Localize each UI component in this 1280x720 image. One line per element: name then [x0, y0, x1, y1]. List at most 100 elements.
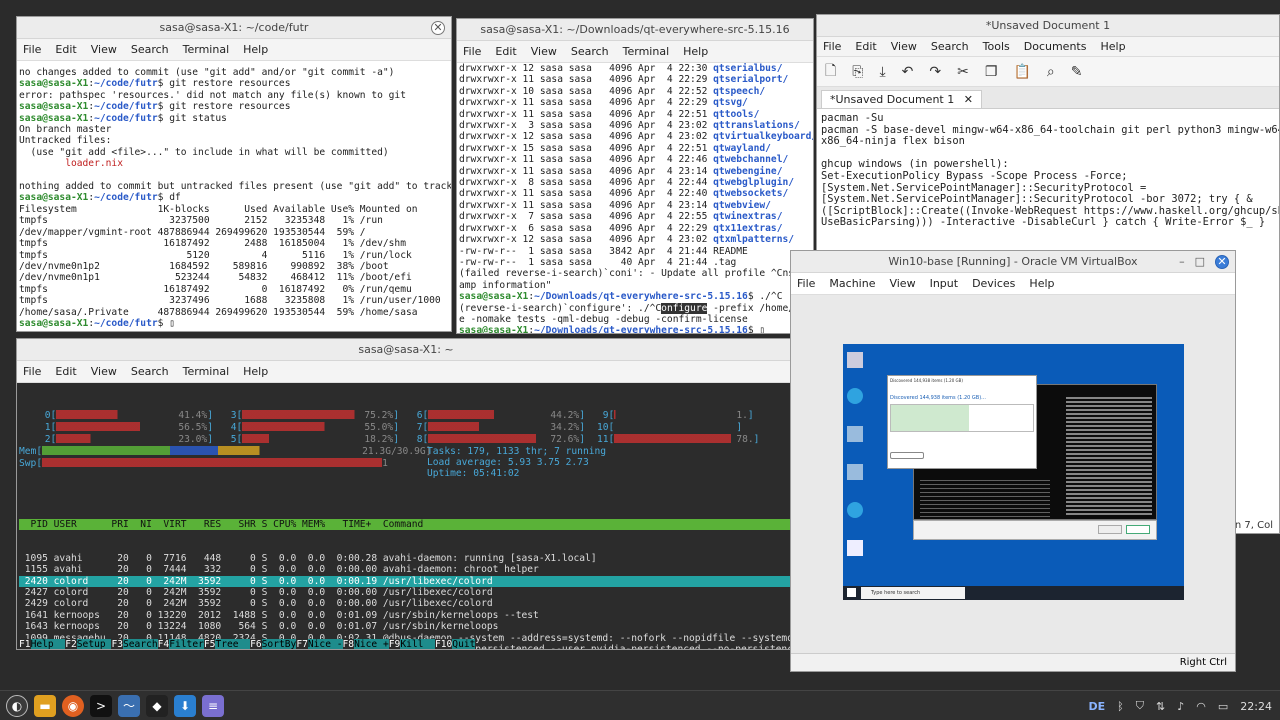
terminal-output[interactable]: no changes added to commit (use "git add…: [17, 61, 451, 331]
menu-edit[interactable]: Edit: [55, 365, 76, 378]
files-icon[interactable]: ▬: [34, 694, 56, 717]
cancel-button[interactable]: [1126, 525, 1150, 534]
shortcut-icon[interactable]: [847, 426, 863, 442]
terminal-output[interactable]: drwxrwxr-x 12 sasa sasa 4096 Apr 4 22:30…: [457, 63, 813, 333]
fkey-f4[interactable]: F4: [157, 639, 170, 649]
fkey-f10[interactable]: F10: [434, 639, 453, 649]
process-table-header[interactable]: PID USER PRI NI VIRT RES SHR S CPU% MEM%…: [19, 518, 793, 531]
menu-help[interactable]: Help: [243, 365, 268, 378]
volume-icon[interactable]: ♪: [1177, 700, 1184, 713]
replace-icon[interactable]: ✎: [1071, 64, 1083, 80]
menu-edit[interactable]: Edit: [55, 43, 76, 56]
title-bar[interactable]: sasa@sasa-X1: ~/Downloads/qt-everywhere-…: [457, 19, 813, 41]
vm-display[interactable]: Discovered 144,938 items (1.20 GB) Disco…: [843, 344, 1184, 600]
menu-file[interactable]: File: [823, 40, 841, 53]
open-icon[interactable]: ⎘: [852, 64, 863, 80]
taskbar-search-box[interactable]: Type here to search: [861, 587, 965, 599]
bluetooth-icon[interactable]: ᛒ: [1117, 700, 1124, 713]
battery-icon[interactable]: ▭: [1218, 700, 1228, 713]
wifi-icon[interactable]: ◠: [1196, 700, 1206, 713]
terminal-window-futr[interactable]: sasa@sasa-X1: ~/code/futr ✕ File Edit Vi…: [16, 16, 452, 332]
process-row[interactable]: 1643 kernoops 20 0 13224 1080 564 S 0.0 …: [19, 621, 793, 632]
menu-terminal[interactable]: Terminal: [183, 365, 230, 378]
fkey-f3[interactable]: F3: [111, 639, 123, 649]
menu-edit[interactable]: Edit: [855, 40, 876, 53]
text-editor-icon[interactable]: ≡: [202, 694, 224, 717]
menu-help[interactable]: Help: [1029, 277, 1054, 290]
menu-view[interactable]: View: [91, 43, 117, 56]
process-row[interactable]: 1641 kernoops 20 0 13220 2012 1488 S 0.0…: [19, 610, 793, 621]
menu-help[interactable]: Help: [1100, 40, 1125, 53]
process-list[interactable]: 1095 avahi 20 0 7716 448 0 S 0.0 0.0 0:0…: [19, 553, 795, 649]
recycle-bin-icon[interactable]: [847, 352, 863, 368]
fkey-f5[interactable]: F5: [203, 639, 216, 649]
cut-icon[interactable]: ✂: [957, 64, 969, 80]
menu-view[interactable]: View: [891, 40, 917, 53]
minimize-icon[interactable]: –: [1179, 251, 1185, 273]
maximize-icon[interactable]: □: [1195, 251, 1205, 273]
title-bar[interactable]: sasa@sasa-X1: ~/code/futr ✕: [17, 17, 451, 39]
menu-help[interactable]: Help: [243, 43, 268, 56]
save-icon[interactable]: ⤓: [879, 64, 885, 80]
keyboard-layout-indicator[interactable]: DE: [1089, 700, 1106, 713]
fkey-f6[interactable]: F6: [250, 639, 262, 649]
terminal-window-htop[interactable]: sasa@sasa-X1: ~ File Edit View Search Te…: [16, 338, 796, 650]
edge-icon[interactable]: [847, 502, 863, 518]
menu-help[interactable]: Help: [683, 45, 708, 58]
windows-start-icon[interactable]: [847, 588, 856, 597]
menu-terminal[interactable]: Terminal: [623, 45, 670, 58]
editor-text-area[interactable]: pacman -Su pacman -S base-devel mingw-w64…: [817, 109, 1279, 233]
package-icon[interactable]: ◆: [146, 694, 168, 717]
menu-input[interactable]: Input: [930, 277, 958, 290]
file-icon[interactable]: [847, 540, 863, 556]
menu-documents[interactable]: Documents: [1024, 40, 1087, 53]
menu-search[interactable]: Search: [131, 365, 169, 378]
menu-file[interactable]: File: [797, 277, 815, 290]
system-monitor-icon[interactable]: 〜: [118, 694, 140, 717]
close-icon[interactable]: ✕: [1215, 255, 1229, 269]
process-row[interactable]: 2427 colord 20 0 242M 3592 0 S 0.0 0.0 0…: [19, 587, 793, 598]
terminal-window-qt[interactable]: sasa@sasa-X1: ~/Downloads/qt-everywhere-…: [456, 18, 814, 334]
menu-file[interactable]: File: [23, 43, 41, 56]
copy-progress-dialog[interactable]: Discovered 144,938 items (1.20 GB) Disco…: [887, 375, 1037, 469]
process-row[interactable]: 2420 colord 20 0 242M 3592 0 S 0.0 0.0 0…: [19, 575, 793, 588]
fkey-f7[interactable]: F7: [296, 639, 308, 649]
title-bar[interactable]: sasa@sasa-X1: ~: [17, 339, 795, 361]
clock[interactable]: 22:24: [1240, 700, 1272, 713]
new-document-icon[interactable]: 🗋: [825, 60, 836, 84]
title-bar[interactable]: *Unsaved Document 1: [817, 15, 1279, 37]
undo-icon[interactable]: ↶: [902, 64, 914, 80]
title-bar[interactable]: Win10-base [Running] - Oracle VM Virtual…: [791, 251, 1235, 273]
htop-view[interactable]: 0[41.4%] 1[56.5%] 2[23.0%] 3[75.2%] 4[55…: [17, 383, 795, 649]
copy-icon[interactable]: ❐: [985, 64, 998, 80]
edge-icon[interactable]: [847, 388, 863, 404]
menu-file[interactable]: File: [463, 45, 481, 58]
close-tab-icon[interactable]: ✕: [964, 93, 973, 106]
terminal-icon[interactable]: >: [90, 694, 112, 717]
search-icon[interactable]: ⌕: [1047, 64, 1055, 80]
menu-search[interactable]: Search: [931, 40, 969, 53]
redo-icon[interactable]: ↷: [929, 64, 941, 80]
menu-machine[interactable]: Machine: [829, 277, 875, 290]
firefox-icon[interactable]: ◉: [62, 694, 84, 717]
fkey-f9[interactable]: F9: [388, 639, 401, 649]
close-icon[interactable]: ✕: [431, 21, 445, 35]
fewer-details-button[interactable]: [890, 452, 924, 459]
menu-view[interactable]: View: [91, 365, 117, 378]
next-button[interactable]: [1098, 525, 1122, 534]
menu-search[interactable]: Search: [131, 43, 169, 56]
menu-devices[interactable]: Devices: [972, 277, 1015, 290]
menu-view[interactable]: View: [889, 277, 915, 290]
menu-edit[interactable]: Edit: [495, 45, 516, 58]
menu-icon[interactable]: ◐: [6, 694, 28, 717]
process-row[interactable]: 1155 avahi 20 0 7444 332 0 S 0.0 0.0 0:0…: [19, 564, 793, 575]
network-icon[interactable]: ⇅: [1156, 700, 1165, 713]
paste-icon[interactable]: 📋: [1013, 64, 1030, 80]
fkey-f1[interactable]: F1: [19, 639, 31, 649]
menu-search[interactable]: Search: [571, 45, 609, 58]
fkey-f8[interactable]: F8: [342, 639, 355, 649]
process-row[interactable]: 2429 colord 20 0 242M 3592 0 S 0.0 0.0 0…: [19, 598, 793, 609]
shortcut-icon[interactable]: [847, 464, 863, 480]
virtualbox-icon[interactable]: ⬇: [174, 694, 196, 717]
menu-terminal[interactable]: Terminal: [183, 43, 230, 56]
